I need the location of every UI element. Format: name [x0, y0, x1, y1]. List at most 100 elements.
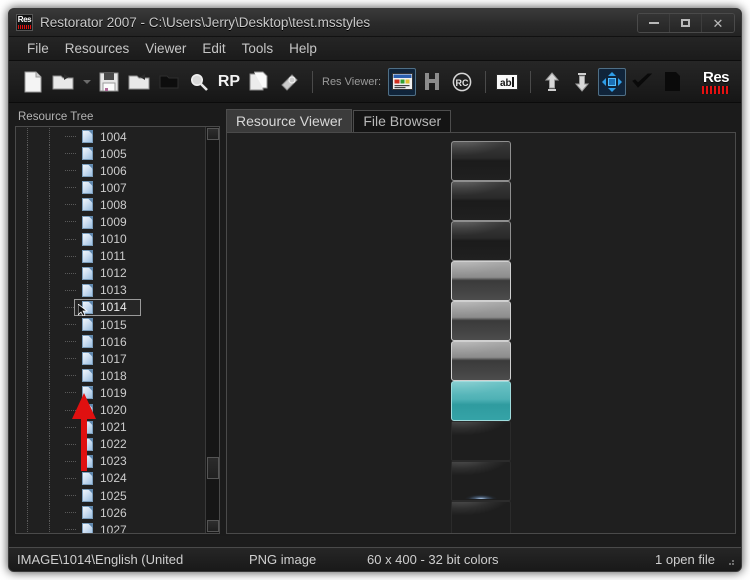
tree-guides	[16, 196, 82, 214]
tree-guides	[16, 179, 82, 197]
tree-item-label: 1009	[100, 215, 127, 230]
tree-item[interactable]: 1017	[16, 350, 205, 368]
resource-file-icon	[82, 369, 93, 383]
tree-item[interactable]: 1020	[16, 401, 205, 419]
status-resource-path: IMAGE\1014\English (United	[17, 552, 184, 567]
menu-item-viewer[interactable]: Viewer	[137, 41, 194, 56]
copy-button[interactable]	[245, 68, 273, 96]
tree-item[interactable]: 1027	[16, 521, 205, 533]
tree-item[interactable]: 1006	[16, 162, 205, 180]
tree-item[interactable]: 1024	[16, 469, 205, 487]
tree-item[interactable]: 1011	[16, 247, 205, 265]
resource-tree-list[interactable]: 1004 1005 1006 1007 1008 1009 1010 1011 1012 1013…	[16, 127, 205, 533]
folder-button[interactable]	[155, 68, 183, 96]
sprite-sheen	[452, 262, 510, 300]
toolbar-separator-3	[530, 70, 532, 93]
tree-item[interactable]: 1016	[16, 333, 205, 351]
tree-item[interactable]: 1026	[16, 504, 205, 522]
resource-file-icon	[82, 232, 93, 246]
tree-guides	[16, 162, 82, 180]
status-format: PNG image	[249, 552, 317, 567]
tree-item[interactable]: 1015	[16, 316, 205, 334]
save-as-button[interactable]	[125, 68, 153, 96]
resource-file-icon	[82, 471, 93, 485]
menu-item-help[interactable]: Help	[281, 41, 325, 56]
tab-resource-viewer[interactable]: Resource Viewer	[226, 109, 353, 132]
close-button[interactable]: ✕	[702, 14, 734, 32]
tree-item[interactable]: 1012	[16, 264, 205, 282]
scroll-up-icon[interactable]	[207, 128, 219, 140]
sprite-cell	[451, 301, 511, 341]
resource-file-icon	[82, 181, 93, 195]
tree-item-label: 1018	[100, 368, 127, 383]
resource-file-icon	[82, 147, 93, 161]
hex-viewer-button[interactable]	[418, 68, 446, 96]
sprite-cell	[451, 421, 511, 461]
check-button[interactable]	[628, 68, 656, 96]
sprite-sheen	[452, 302, 510, 340]
window-title: Restorator 2007 - C:\Users\Jerry\Desktop…	[40, 15, 371, 30]
tree-item-label: 1025	[100, 488, 127, 503]
scrollbar-thumb[interactable]	[207, 457, 219, 479]
tree-guides	[16, 521, 82, 533]
menu-item-tools[interactable]: Tools	[234, 41, 282, 56]
resource-file-icon	[82, 489, 93, 503]
tree-guides	[16, 281, 82, 299]
blank-page-button[interactable]	[658, 68, 686, 96]
resize-grip-icon[interactable]	[721, 552, 735, 567]
menu-item-edit[interactable]: Edit	[194, 41, 233, 56]
open-file-button[interactable]	[49, 68, 77, 96]
assign-button[interactable]	[568, 68, 596, 96]
tree-item-selected[interactable]: 1014	[16, 298, 205, 317]
find-button[interactable]	[185, 68, 213, 96]
tree-item[interactable]: 1010	[16, 230, 205, 248]
image-sprite-strip	[451, 141, 511, 533]
new-file-button[interactable]	[19, 68, 47, 96]
tree-guides	[16, 298, 82, 317]
sprite-sheen	[452, 142, 510, 180]
sprite-cell	[451, 461, 511, 501]
edit-button[interactable]	[275, 68, 303, 96]
tree-item-label: 1026	[100, 505, 127, 520]
tree-item[interactable]: 1021	[16, 418, 205, 436]
tree-guides	[16, 401, 82, 419]
dropdown-caret-icon[interactable]	[83, 79, 91, 84]
menu-item-resources[interactable]: Resources	[57, 41, 138, 56]
resource-file-icon	[82, 454, 93, 468]
resource-file-icon	[82, 523, 93, 533]
tree-item[interactable]: 1018	[16, 367, 205, 385]
tree-item-label: 1004	[100, 129, 127, 144]
res-brand-logo: Res	[699, 67, 733, 97]
tree-item[interactable]: 1013	[16, 281, 205, 299]
scroll-down-icon[interactable]	[207, 520, 219, 532]
title-bar[interactable]: Res Restorator 2007 - C:\Users\Jerry\Des…	[9, 9, 741, 37]
tree-item[interactable]: 1008	[16, 196, 205, 214]
resource-file-icon	[82, 130, 93, 144]
maximize-button[interactable]	[670, 14, 702, 32]
tree-item[interactable]: 1005	[16, 145, 205, 163]
tab-file-browser[interactable]: File Browser	[353, 110, 452, 132]
svg-text:RC: RC	[456, 78, 469, 88]
tree-item[interactable]: 1025	[16, 486, 205, 505]
tree-guides	[16, 247, 82, 265]
text-viewer-button[interactable]: ab	[493, 68, 521, 96]
tree-item[interactable]: 1007	[16, 179, 205, 197]
tree-item[interactable]: 1004	[16, 128, 205, 146]
tree-item[interactable]: 1023	[16, 452, 205, 470]
res-viewer-label: Res Viewer:	[322, 75, 382, 88]
toolbar-separator-1	[312, 70, 313, 93]
extract-button[interactable]	[538, 68, 566, 96]
save-button[interactable]	[95, 68, 123, 96]
rp-script-button[interactable]: RP	[215, 68, 243, 96]
image-viewer-button[interactable]	[388, 67, 417, 96]
tree-item[interactable]: 1022	[16, 435, 205, 453]
sprite-cell	[451, 501, 511, 533]
minimize-button[interactable]	[638, 14, 670, 32]
viewer-canvas[interactable]	[226, 132, 736, 534]
rc-viewer-button[interactable]: RC	[448, 68, 476, 96]
tree-item[interactable]: 1019	[16, 384, 205, 402]
menu-item-file[interactable]: File	[19, 41, 57, 56]
move-button[interactable]	[598, 67, 627, 96]
tree-item[interactable]: 1009	[16, 213, 205, 231]
tree-scrollbar[interactable]	[205, 127, 219, 533]
